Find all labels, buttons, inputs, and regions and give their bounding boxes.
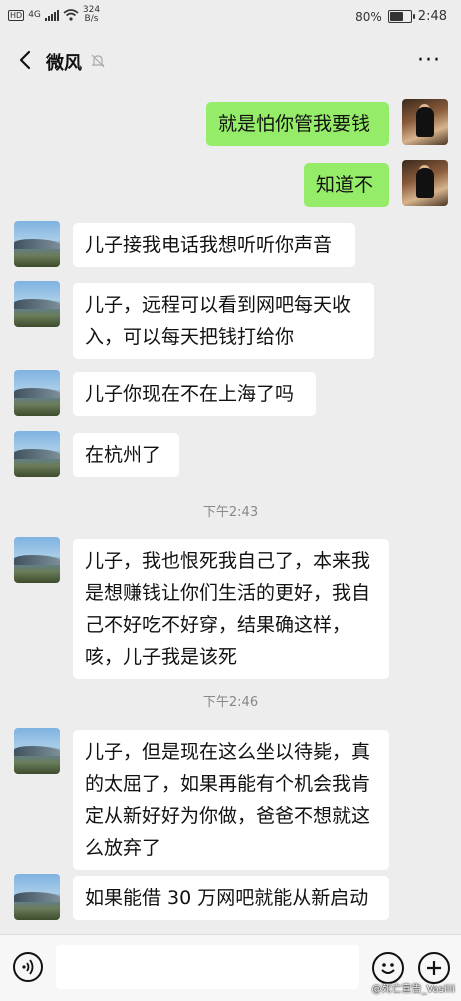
clock: 2:48 bbox=[417, 9, 447, 24]
contact-avatar[interactable] bbox=[14, 221, 60, 267]
message-bubble-received[interactable]: 在杭州了 bbox=[73, 433, 179, 477]
signal-icon bbox=[44, 9, 59, 21]
my-avatar[interactable] bbox=[402, 160, 448, 206]
plus-icon bbox=[427, 961, 441, 975]
watermark: @死亡宣告_Vasilii bbox=[371, 984, 455, 995]
contact-avatar[interactable] bbox=[14, 874, 60, 920]
timestamp: 下午2:46 bbox=[202, 695, 259, 710]
message-bubble-sent[interactable]: 就是怕你管我要钱 bbox=[206, 102, 389, 146]
net-speed: 324 B/s bbox=[83, 6, 100, 24]
message-bubble-received[interactable]: 如果能借 30 万网吧就能从新启动 bbox=[73, 876, 389, 920]
message-bubble-received[interactable]: 儿子接我电话我想听听你声音 bbox=[73, 223, 355, 267]
more-options-button[interactable]: ··· bbox=[417, 48, 441, 73]
timestamp: 下午2:43 bbox=[202, 505, 259, 520]
message-input[interactable] bbox=[56, 945, 359, 989]
my-avatar[interactable] bbox=[402, 99, 448, 145]
hd-badge: HD bbox=[8, 9, 25, 21]
voice-icon bbox=[22, 959, 34, 975]
message-bubble-received[interactable]: 儿子，但是现在这么坐以待毙，真的太屈了，如果再能有个机会我肯定从新好好为你做，爸… bbox=[73, 730, 389, 870]
chat-header: 微风 ··· bbox=[0, 34, 461, 88]
emoji-icon bbox=[381, 963, 395, 974]
contact-avatar[interactable] bbox=[14, 537, 60, 583]
voice-input-button[interactable] bbox=[13, 952, 43, 982]
battery-icon bbox=[387, 10, 415, 23]
wifi-icon bbox=[63, 9, 79, 21]
chat-title: 微风 bbox=[46, 53, 82, 74]
mute-bell-icon bbox=[91, 54, 105, 68]
battery-percent: 80% bbox=[355, 9, 382, 24]
net-speed-unit: B/s bbox=[84, 14, 99, 24]
message-bubble-received[interactable]: 儿子你现在不在上海了吗 bbox=[73, 372, 316, 416]
contact-avatar[interactable] bbox=[14, 370, 60, 416]
message-bubble-sent[interactable]: 知道不 bbox=[304, 163, 389, 207]
back-arrow-icon[interactable] bbox=[14, 48, 38, 72]
message-bubble-received[interactable]: 儿子，远程可以看到网吧每天收入，可以每天把钱打给你 bbox=[73, 283, 374, 359]
input-bar: @死亡宣告_Vasilii bbox=[0, 934, 461, 1001]
status-bar: HD 4G 324 B/s 80% 2:48 bbox=[0, 0, 461, 34]
message-bubble-received[interactable]: 儿子，我也恨死我自己了，本来我是想赚钱让你们生活的更好，我自己不好吃不好穿，结果… bbox=[73, 539, 389, 679]
contact-avatar[interactable] bbox=[14, 281, 60, 327]
contact-avatar[interactable] bbox=[14, 431, 60, 477]
contact-avatar[interactable] bbox=[14, 728, 60, 774]
network-type: 4G bbox=[28, 10, 41, 20]
